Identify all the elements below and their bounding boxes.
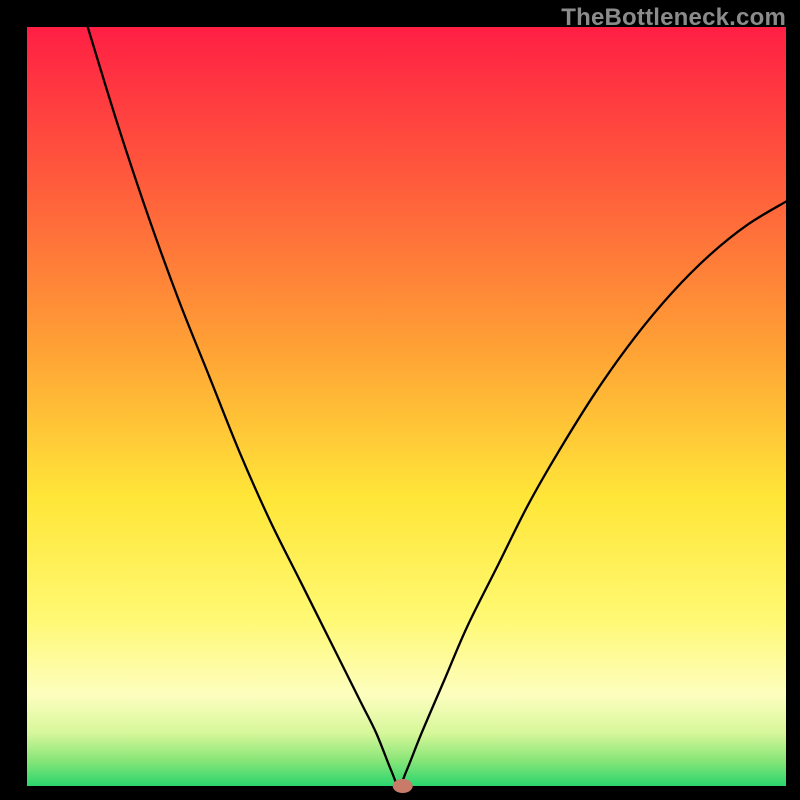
plot-background xyxy=(27,27,786,786)
bottleneck-chart xyxy=(0,0,800,800)
optimum-marker xyxy=(393,779,413,793)
chart-frame: { "watermark": "TheBottleneck.com", "cha… xyxy=(0,0,800,800)
watermark-text: TheBottleneck.com xyxy=(561,4,786,32)
